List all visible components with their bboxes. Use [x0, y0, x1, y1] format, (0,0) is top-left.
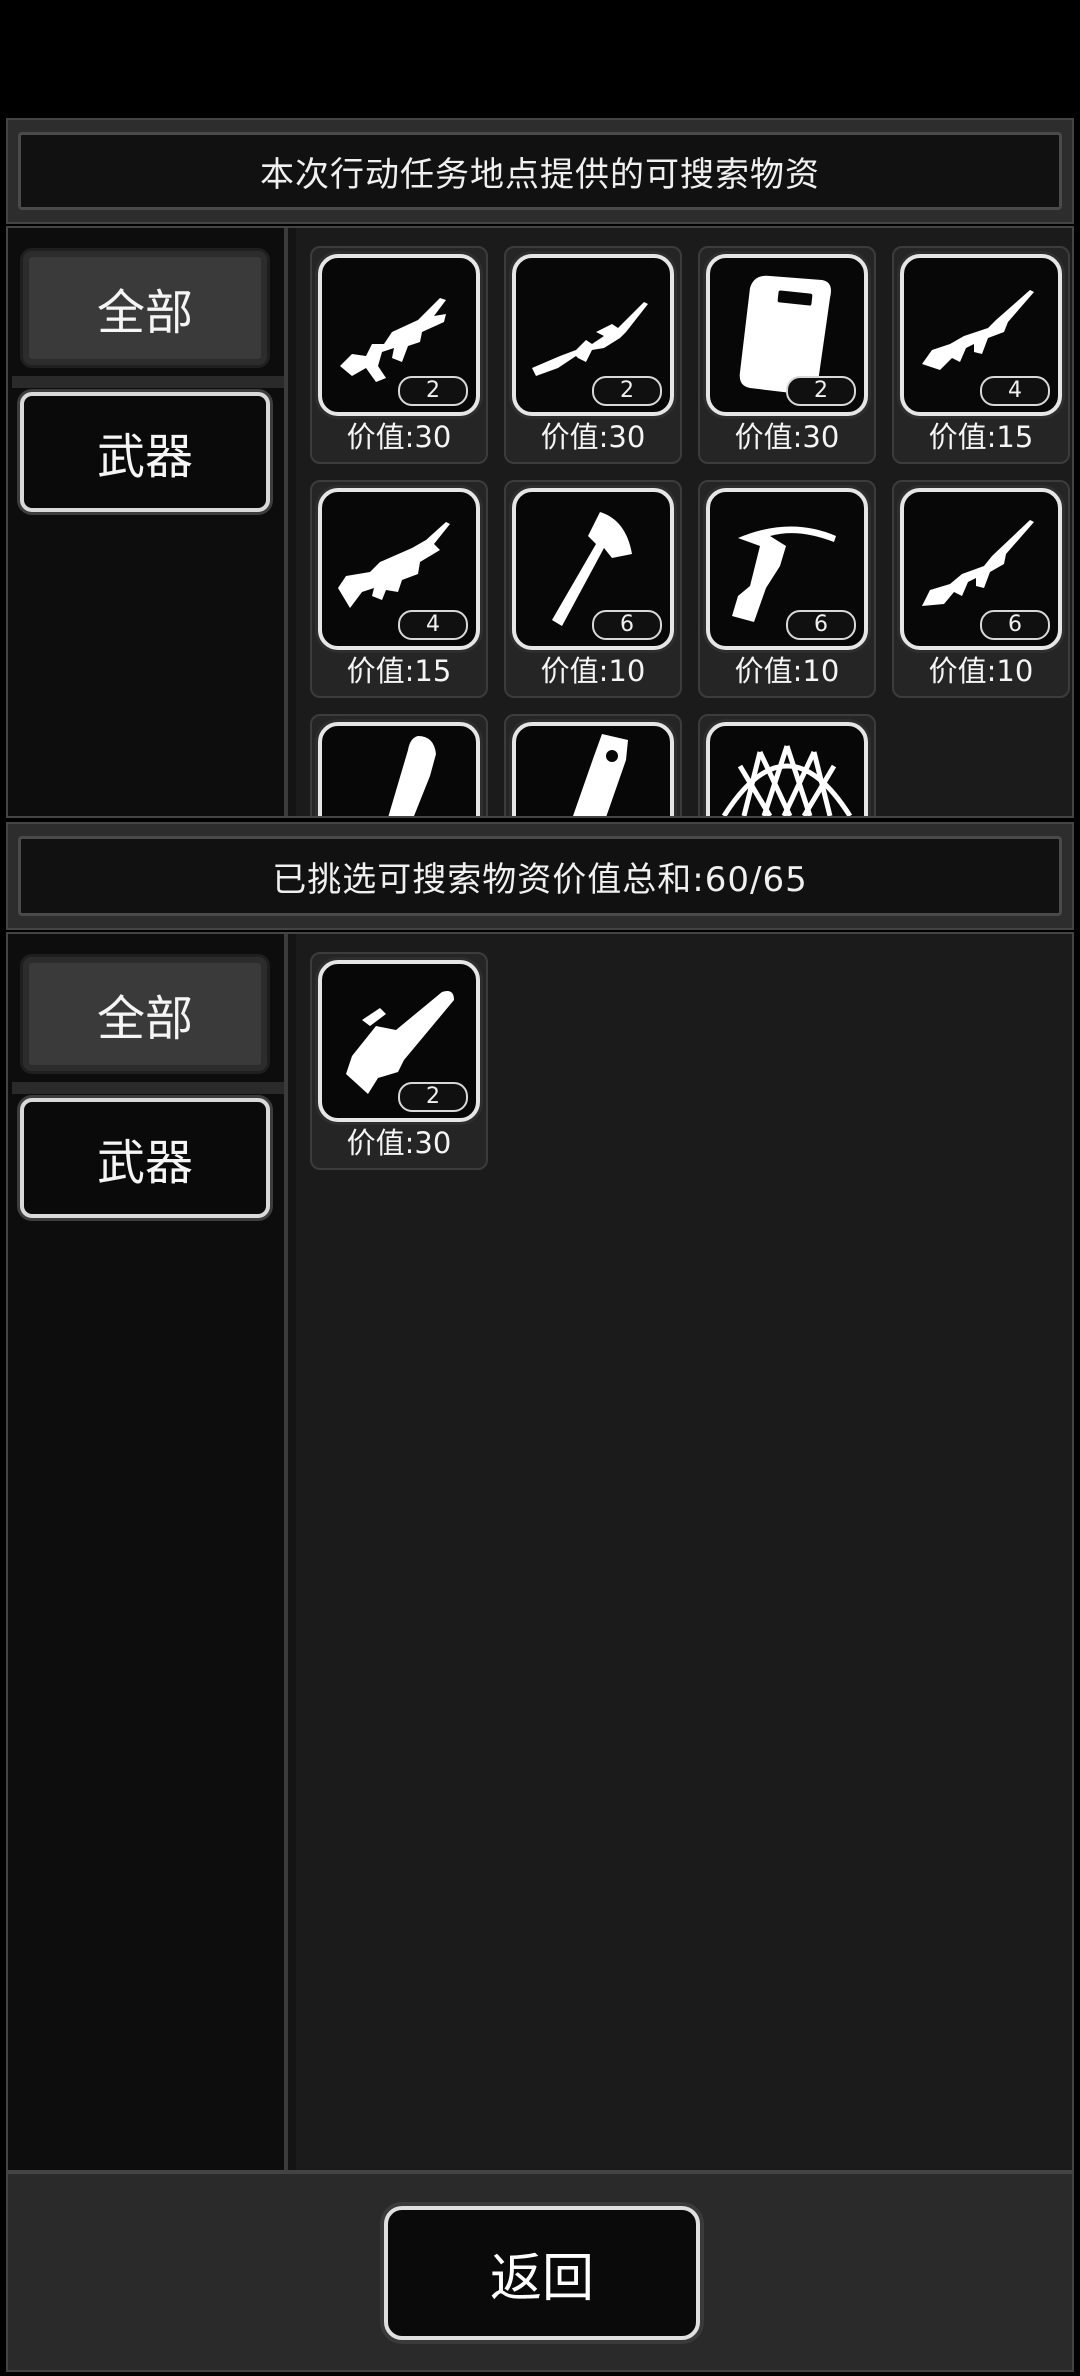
item-quantity-badge: 6 [592, 610, 662, 640]
available-header: 本次行动任务地点提供的可搜索物资 [6, 118, 1074, 224]
item-card[interactable]: 6 价值:10 [698, 480, 876, 698]
footer-bar: 返回 [6, 2172, 1074, 2372]
item-tile [512, 722, 674, 816]
item-card[interactable] [310, 714, 488, 816]
available-item-grid: 2 价值:30 2 价值:30 2 价值:30 4 价值:15 4 价值:15 … [296, 228, 1072, 816]
item-tile: 2 [706, 254, 868, 416]
tab-all[interactable]: 全部 [20, 954, 270, 1074]
item-tile: 2 [318, 254, 480, 416]
item-tile: 6 [512, 488, 674, 650]
grenade-icon [573, 734, 628, 816]
selection-total-value: 已挑选可搜索物资价值总和:60/65 [18, 836, 1062, 916]
item-tile [706, 722, 868, 816]
shelf-divider [12, 376, 284, 388]
tab-weapons[interactable]: 武器 [20, 1098, 270, 1218]
item-price: 价值:30 [346, 420, 452, 454]
item-card[interactable] [504, 714, 682, 816]
item-quantity-badge: 6 [786, 610, 856, 640]
item-quantity-badge: 2 [592, 376, 662, 406]
selected-item-grid: 2 价值:30 [296, 934, 1072, 2170]
item-quantity-badge: 2 [398, 1082, 468, 1112]
item-tile: 4 [318, 488, 480, 650]
item-quantity-badge: 4 [980, 376, 1050, 406]
item-card[interactable]: 2 价值:30 [310, 246, 488, 464]
item-price: 价值:30 [540, 420, 646, 454]
net-icon [721, 745, 853, 816]
item-quantity-badge: 2 [786, 376, 856, 406]
item-card[interactable]: 6 价值:10 [504, 480, 682, 698]
item-price: 价值:15 [346, 654, 452, 688]
item-card[interactable]: 2 价值:30 [504, 246, 682, 464]
selected-panel: 全部 武器 2 价值:30 [6, 932, 1074, 2172]
tab-all[interactable]: 全部 [20, 248, 270, 368]
item-card[interactable]: 2 价值:30 [310, 952, 488, 1170]
item-card[interactable] [698, 714, 876, 816]
item-quantity-badge: 6 [980, 610, 1050, 640]
available-title: 本次行动任务地点提供的可搜索物资 [18, 132, 1062, 210]
item-quantity-badge: 2 [398, 376, 468, 406]
item-price: 价值:10 [928, 654, 1034, 688]
selection-summary-bar: 已挑选可搜索物资价值总和:60/65 [6, 822, 1074, 930]
item-price: 价值:30 [346, 1126, 452, 1160]
item-card[interactable]: 6 价值:10 [892, 480, 1070, 698]
item-tile [318, 722, 480, 816]
item-tile: 2 [318, 960, 480, 1122]
available-category-sidebar: 全部 武器 [8, 228, 288, 816]
chainsaw-icon [388, 736, 436, 816]
back-button[interactable]: 返回 [384, 2206, 700, 2340]
item-price: 价值:10 [734, 654, 840, 688]
item-price: 价值:10 [540, 654, 646, 688]
item-tile: 6 [706, 488, 868, 650]
item-card[interactable]: 4 价值:15 [892, 246, 1070, 464]
shelf-divider [12, 1082, 284, 1094]
item-card[interactable]: 4 价值:15 [310, 480, 488, 698]
item-tile: 6 [900, 488, 1062, 650]
available-panel: 全部 武器 2 价值:30 2 价值:30 2 价值:30 4 价值:15 4 … [6, 226, 1074, 818]
item-tile: 2 [512, 254, 674, 416]
selected-category-sidebar: 全部 武器 [8, 934, 288, 2170]
item-tile: 4 [900, 254, 1062, 416]
item-quantity-badge: 4 [398, 610, 468, 640]
item-card[interactable]: 2 价值:30 [698, 246, 876, 464]
item-price: 价值:30 [734, 420, 840, 454]
tab-weapons[interactable]: 武器 [20, 392, 270, 512]
item-price: 价值:15 [928, 420, 1034, 454]
